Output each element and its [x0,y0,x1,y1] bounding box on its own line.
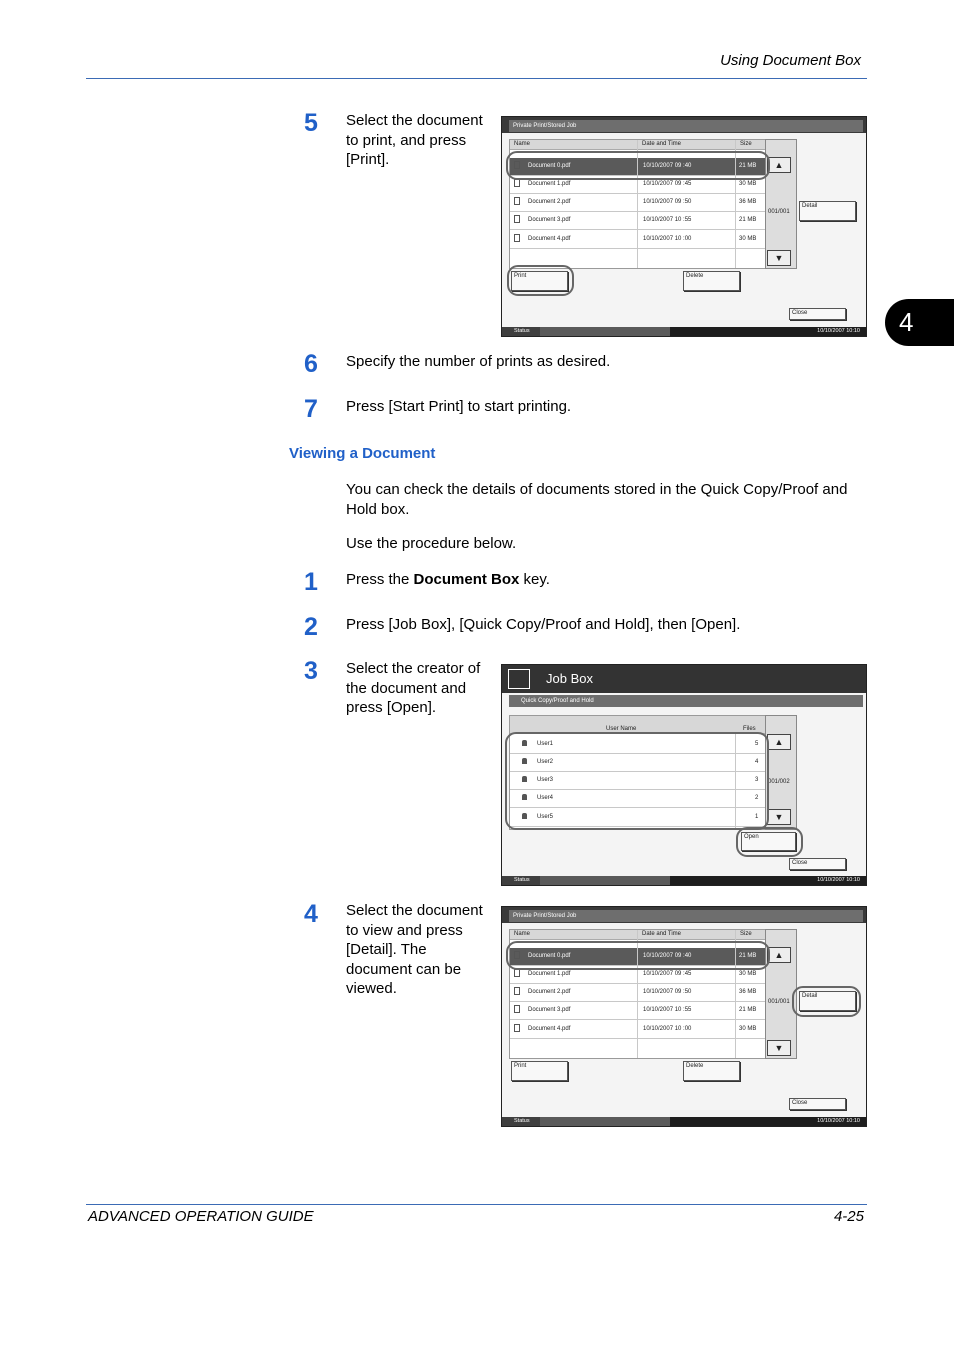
highlight-selected-row [506,941,770,970]
screen-print-document: Private Print/Stored Job Name Date and T… [501,116,867,337]
step-text: Select the creator of the document and p… [346,660,481,716]
document-icon [514,234,520,243]
col-name: Name [514,141,531,147]
delete-button[interactable]: Delete [683,271,740,291]
highlight-open-button [736,827,803,857]
footer-rule [86,1204,867,1205]
highlight-detail-button [792,986,861,1017]
col-date: Date and Time [642,931,682,937]
screen-title: Private Print/Stored Job [509,120,863,132]
intro-paragraph: Use the procedure below. [346,535,517,552]
step-text: Press the Document Box key. [346,571,550,588]
step-number: 7 [304,395,318,423]
chapter-tab: 4 [885,299,954,346]
step-number: 2 [304,613,318,641]
step-number: 5 [304,109,318,137]
scroll-down-button[interactable]: ▼ [767,250,791,266]
screen-subtitle: Quick Copy/Proof and Hold [509,695,863,707]
list-item[interactable]: Document 2.pdf 10/10/2007 09 :50 36 MB [510,194,766,212]
job-box-icon [508,669,530,689]
page-indicator: 001/001 [768,209,790,215]
step-text: Specify the number of prints as desired. [346,353,611,370]
scroll-up-button[interactable]: ▲ [767,157,791,173]
document-icon [514,1005,520,1014]
close-button[interactable]: Close [789,858,846,870]
list-item[interactable]: Document 4.pdf 10/10/2007 10 :00 30 MB [510,1021,766,1039]
close-button[interactable]: Close [789,1098,846,1110]
step-number: 1 [304,568,318,596]
scroll-up-button[interactable]: ▲ [767,734,791,750]
col-size: Size [740,931,752,937]
screen-title: Job Box [546,671,593,686]
close-button[interactable]: Close [789,308,846,320]
scroll-down-button[interactable]: ▼ [767,1040,791,1056]
step-number: 6 [304,350,318,378]
status-bar: Status 10/10/2007 10:10 [502,876,866,885]
highlight-user-list [505,732,769,830]
col-size: Size [740,141,752,147]
document-icon [514,969,520,978]
list-item[interactable]: Document 4.pdf 10/10/2007 10 :00 30 MB [510,231,766,249]
screen-title: Private Print/Stored Job [509,910,863,922]
step-text: Select the document to print, and press … [346,112,483,168]
screen-view-document: Private Print/Stored Job Name Date and T… [501,906,867,1127]
scroll-down-button[interactable]: ▼ [767,809,791,825]
running-header: Using Document Box [720,52,861,69]
intro-paragraph: You can check the details of documents s… [346,481,848,518]
detail-button[interactable]: Detail [799,201,856,221]
list-item[interactable]: Document 3.pdf 10/10/2007 10 :55 21 MB [510,212,766,230]
step-number: 4 [304,900,318,928]
col-date: Date and Time [642,141,682,147]
document-icon [514,179,520,188]
step-number: 3 [304,657,318,685]
highlight-print-button [507,265,574,296]
document-icon [514,987,520,996]
section-title: Viewing a Document [289,445,436,462]
screen-job-box: Job Box Quick Copy/Proof and Hold User N… [501,664,867,886]
highlight-selected-row [506,151,770,180]
status-bar: Status 10/10/2007 10:10 [502,327,866,336]
document-icon [514,197,520,206]
document-icon [514,215,520,224]
step-text: Press [Start Print] to start printing. [346,398,572,415]
list-item[interactable]: Document 2.pdf 10/10/2007 09 :50 36 MB [510,984,766,1002]
footer-guide-title: ADVANCED OPERATION GUIDE [88,1208,314,1225]
document-icon [514,1024,520,1033]
step-text: Press [Job Box], [Quick Copy/Proof and H… [346,616,741,633]
delete-button[interactable]: Delete [683,1061,740,1081]
step-text: Select the document to view and press [D… [346,902,483,997]
header-rule [86,78,867,79]
print-button[interactable]: Print [511,1061,568,1081]
page-number: 4-25 [833,1208,864,1225]
status-bar: Status 10/10/2007 10:10 [502,1117,866,1126]
page-indicator: 001/001 [768,999,790,1005]
list-item[interactable]: Document 3.pdf 10/10/2007 10 :55 21 MB [510,1002,766,1020]
scroll-up-button[interactable]: ▲ [767,947,791,963]
page-indicator: 001/002 [768,779,790,785]
col-name: Name [514,931,531,937]
